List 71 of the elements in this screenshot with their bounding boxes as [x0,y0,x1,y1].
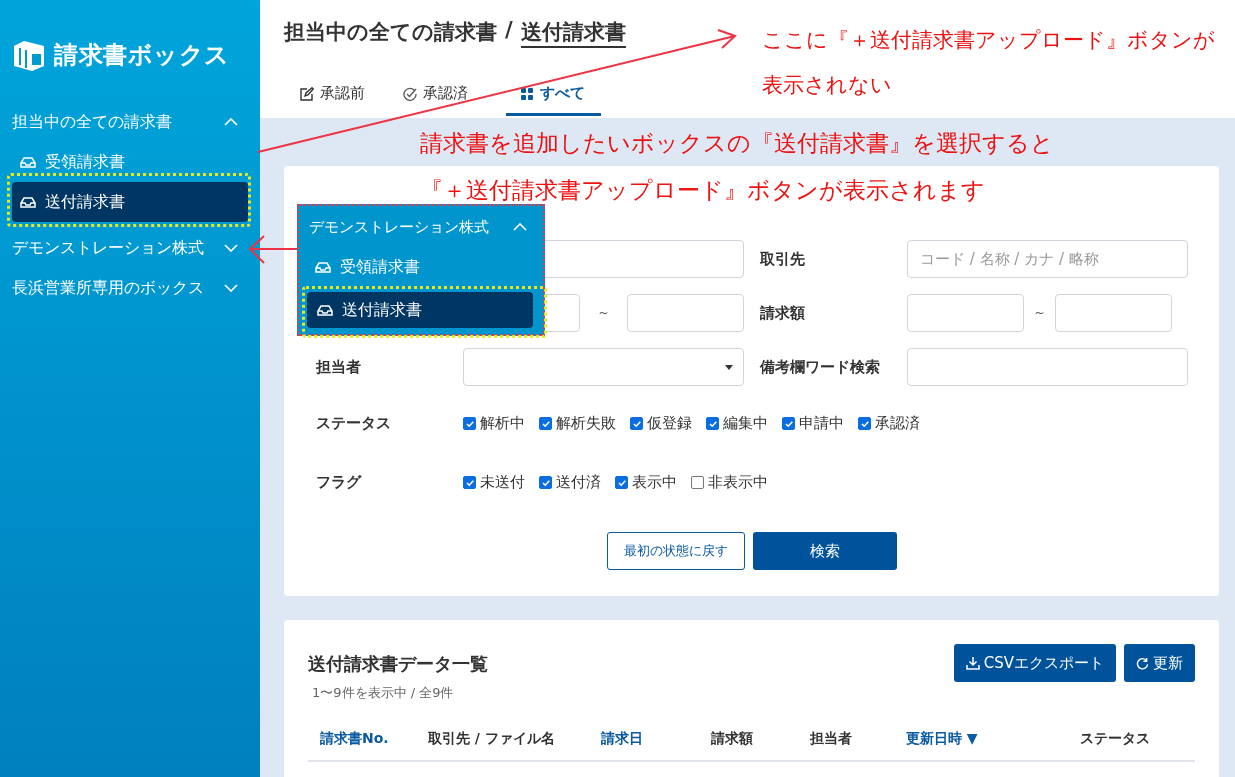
chevron-icon [224,284,238,292]
field-label: ステータス [316,414,392,433]
tray-icon [20,156,36,168]
tab[interactable]: 承認済 [403,84,484,116]
checkmark-icon [464,418,475,429]
column-header[interactable]: 請求書No. [308,730,428,748]
status-checkbox[interactable]: 解析失敗 [539,414,616,433]
input-field[interactable] [627,294,744,332]
field-label: 備考欄ワード検索 [758,357,881,377]
chevron-icon [224,118,238,126]
field-label: 担当者 [316,357,362,377]
status-checkbox[interactable]: 解析中 [463,414,525,433]
status-checkbox[interactable]: 編集中 [706,414,768,433]
column-header: 取引先 / ファイル名 [428,730,556,748]
checkmark-icon [707,418,718,429]
partner-field[interactable]: コード / 名称 / カナ / 略称 [907,240,1188,278]
app-logo-text: 請求書ボックス [54,40,230,71]
range-separator: ~ [597,306,610,320]
download-icon [965,656,980,670]
sidebar-item[interactable]: 送付請求書 [12,182,248,222]
range-separator: ~ [1033,306,1046,320]
box-logo-icon [12,38,46,72]
amount-from-field[interactable] [907,294,1024,332]
checkmark-icon [859,418,870,429]
flag-checkbox[interactable]: 表示中 [615,473,677,492]
menu-item[interactable]: 送付請求書 [307,292,533,328]
checkmark-icon [631,418,642,429]
tab[interactable]: 承認前 [300,84,381,116]
field-label: 請求額 [759,303,806,323]
refresh-button[interactable]: 更新 [1124,644,1195,682]
current-page-title: 送付請求書 [520,18,626,48]
owner-select[interactable] [463,348,744,386]
status-checkbox[interactable]: 仮登録 [630,414,692,433]
result-count: 1〜9件を表示中 / 全9件 [311,684,455,702]
refresh-icon [1136,656,1149,670]
edit-icon [300,86,314,101]
flag-checkbox[interactable]: 送付済 [539,473,601,492]
annotation-note: 『＋送付請求書アップロード』ボタンが表示されます [420,176,986,205]
breadcrumb-separator: / [505,18,513,44]
checkmark-icon [616,477,627,488]
flag-checkbox[interactable]: 未送付 [463,473,525,492]
list-title: 送付請求書データ一覧 [308,652,488,676]
flag-checkbox[interactable]: 非表示中 [691,473,768,492]
memo-field[interactable] [907,348,1188,386]
field-label: フラグ [316,473,363,492]
tab[interactable]: すべて [506,84,601,116]
column-header: 請求額 [711,730,754,748]
status-checkbox[interactable]: 承認済 [858,414,920,433]
checkmark-icon [783,418,794,429]
tray-icon [317,304,333,316]
grid-icon [520,86,534,101]
tray-icon [315,261,331,273]
annotation-note: 請求書を追加したいボックスの『送付請求書』を選択すると [420,129,1054,158]
search-button[interactable]: 検索 [752,532,897,570]
page-title: 担当中の全ての請求書 [284,19,497,46]
field-label: 取引先 [759,249,806,269]
amount-to-field[interactable] [1055,294,1172,332]
chevron-icon [224,244,238,252]
column-header: ステータス [1080,730,1150,748]
checkmark-icon [464,477,475,488]
csv-export-button[interactable]: CSVエクスポート [953,644,1116,682]
status-checkbox[interactable]: 申請中 [782,414,844,433]
checkmark-icon [540,477,551,488]
tray-icon [20,196,36,208]
column-header[interactable]: 更新日時 ▼ [906,730,1080,748]
checkmark-icon [540,418,551,429]
column-header: 担当者 [810,730,853,748]
reset-button[interactable]: 最初の状態に戻す [606,532,745,570]
annotation-note: ここに『＋送付請求書アップロード』ボタンが表示されない [762,27,1216,99]
column-header[interactable]: 請求日 [601,730,711,748]
chevron-icon [513,223,527,231]
